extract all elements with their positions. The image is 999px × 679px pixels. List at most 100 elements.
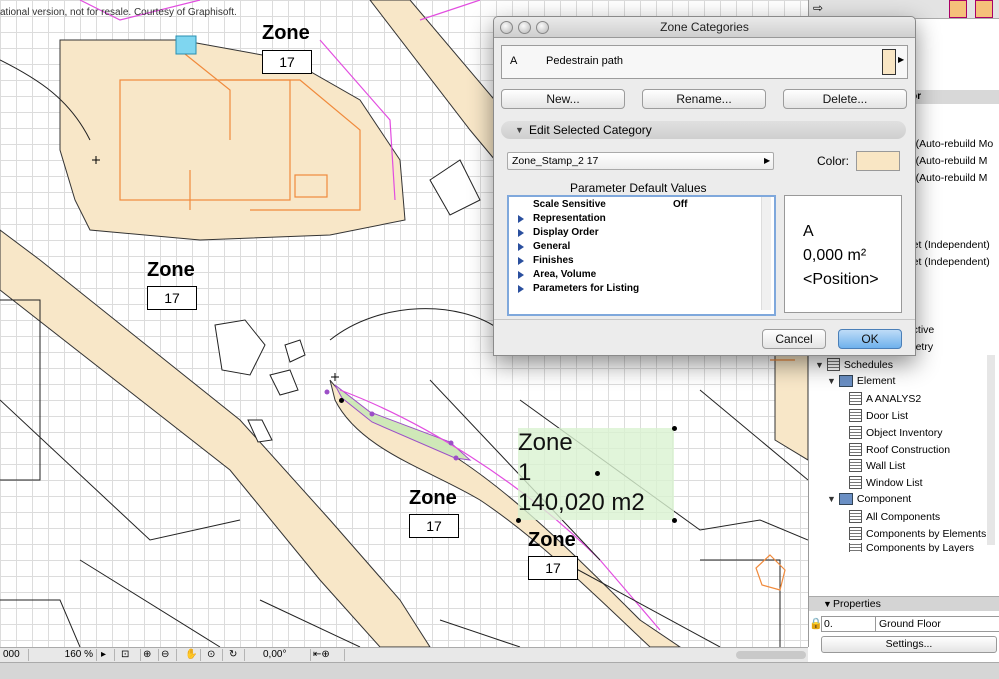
rotate-view-icon[interactable]: ↻ <box>226 649 245 661</box>
cancel-button[interactable]: Cancel <box>762 329 826 349</box>
preview-area: 0,000 m² <box>803 247 867 264</box>
color-swatch[interactable] <box>856 151 900 171</box>
tree-item-label: Object Inventory <box>866 426 943 439</box>
ok-button[interactable]: OK <box>838 329 902 349</box>
dialog-title: Zone Categories <box>660 20 749 34</box>
tree-item-schedule[interactable]: Object Inventory <box>849 426 942 439</box>
tree-item-label: A ANALYS2 <box>866 392 922 405</box>
zoom-menu-arrow-icon[interactable]: ▸ <box>98 649 115 661</box>
schedule-icon <box>849 426 862 439</box>
properties-title: Properties <box>833 598 881 610</box>
param-group[interactable]: Representation <box>533 213 606 224</box>
tree-item-schedules[interactable]: ▼ Schedules <box>815 358 893 371</box>
canvas-bottom-toolbar: 000 160 % ▸ ⊡ ⊕ ⊖ ✋ ⊙ ↻ 0,00° ⇤⊕ <box>0 647 808 663</box>
tree-item-schedule[interactable]: Door List <box>849 409 908 422</box>
zoom-in-icon[interactable]: ⊕ <box>140 649 159 661</box>
disclosure-triangle-icon[interactable]: ▼ <box>515 121 524 139</box>
selection-handle[interactable] <box>672 518 677 523</box>
status-bar <box>0 662 999 679</box>
pan-hand-icon[interactable]: ✋ <box>182 649 201 661</box>
zone-stamp-title[interactable]: Zone <box>409 487 457 510</box>
tree-item-label: Roof Construction <box>866 443 951 456</box>
zoom-window-icon[interactable] <box>536 21 549 34</box>
parameter-scrollbar[interactable] <box>761 197 771 310</box>
category-color-swatch[interactable] <box>882 49 896 75</box>
param-group[interactable]: Finishes <box>533 255 574 266</box>
tree-item-component[interactable]: ▼ Component <box>827 493 911 505</box>
zoom-field[interactable]: 160 % <box>30 649 97 661</box>
tree-item-schedule[interactable]: A ANALYS2 <box>849 392 921 405</box>
zone-stamp-select[interactable]: Zone_Stamp_2 17 ▶ <box>507 152 774 170</box>
tree-item-schedule[interactable]: Components by Elements <box>849 527 986 540</box>
schedule-icon <box>849 409 862 422</box>
tree-scrollbar[interactable] <box>987 355 995 545</box>
minimize-window-icon[interactable] <box>518 21 531 34</box>
category-list[interactable]: A Pedestrain path ▶ <box>501 45 908 79</box>
param-group[interactable]: Area, Volume <box>533 269 596 280</box>
properties-header[interactable]: ▼ Properties <box>809 596 999 611</box>
zone-stamp-number[interactable]: 17 <box>262 50 312 74</box>
new-category-button[interactable]: New... <box>501 89 625 109</box>
tree-item-schedule[interactable]: Window List <box>849 476 923 489</box>
coordinate-field[interactable]: 000 <box>0 649 29 661</box>
edit-section-header[interactable]: ▼ Edit Selected Category <box>501 121 906 139</box>
zone-stamp-title[interactable]: Zone <box>262 22 310 45</box>
rename-category-button[interactable]: Rename... <box>642 89 766 109</box>
selection-handle[interactable] <box>672 426 677 431</box>
zone-stamp-title[interactable]: Zone <box>528 529 576 552</box>
tree-item-label: All Components <box>866 510 941 523</box>
preview-position: <Position> <box>803 271 879 288</box>
tree-item-schedule[interactable]: Roof Construction <box>849 443 950 456</box>
param-group[interactable]: General <box>533 241 570 252</box>
tree-item-schedule[interactable]: Components by Layers <box>849 543 974 552</box>
delete-category-button[interactable]: Delete... <box>783 89 907 109</box>
expand-triangle-icon[interactable] <box>518 271 524 279</box>
settings-button[interactable]: Settings... <box>821 636 997 653</box>
angle-field[interactable]: 0,00° <box>260 649 311 661</box>
disclosure-triangle-icon[interactable]: ▼ <box>827 376 836 386</box>
fit-window-icon[interactable]: ⊙ <box>204 649 223 661</box>
selection-handle[interactable] <box>595 471 600 476</box>
parameter-list[interactable]: Scale Sensitive Off Representation Displ… <box>507 195 776 316</box>
zoom-out-icon[interactable]: ⊖ <box>158 649 177 661</box>
disclosure-triangle-icon[interactable]: ▼ <box>823 597 832 611</box>
param-scale-sensitive[interactable]: Scale Sensitive Off <box>533 199 687 210</box>
expand-triangle-icon[interactable] <box>518 243 524 251</box>
horizontal-scrollbar[interactable] <box>736 651 806 659</box>
disclosure-triangle-icon[interactable]: ▼ <box>827 494 836 504</box>
category-row[interactable]: A Pedestrain path <box>506 46 886 78</box>
expand-triangle-icon[interactable] <box>518 257 524 265</box>
zone-stamp-number[interactable]: 17 <box>528 556 578 580</box>
expand-triangle-icon[interactable] <box>518 285 524 293</box>
tree-item-schedule[interactable]: Wall List <box>849 459 905 472</box>
story-name-field[interactable]: Ground Floor <box>875 616 999 632</box>
zoom-window-icon[interactable]: ⊡ <box>118 649 141 661</box>
home-icon[interactable] <box>949 0 967 18</box>
expand-triangle-icon[interactable] <box>518 229 524 237</box>
param-group[interactable]: Parameters for Listing <box>533 283 639 294</box>
disclosure-triangle-icon[interactable]: ▼ <box>815 360 824 370</box>
param-group[interactable]: Display Order <box>533 227 599 238</box>
selection-handle[interactable] <box>339 398 344 403</box>
tree-item-schedule[interactable]: All Components <box>849 510 940 523</box>
close-window-icon[interactable] <box>500 21 513 34</box>
zone-stamp-title[interactable]: Zone <box>147 259 195 282</box>
tree-item-label: Element <box>856 375 896 387</box>
parameter-heading: Parameter Default Values <box>570 181 707 195</box>
tree-item-element[interactable]: ▼ Element <box>827 375 895 387</box>
selected-zone-stamp[interactable]: Zone 1 140,020 m2 <box>518 428 645 518</box>
zone-stamp-number[interactable]: 17 <box>409 514 459 538</box>
navigator-export-icon[interactable]: ⇨ <box>813 1 823 15</box>
selection-handle[interactable] <box>516 518 521 523</box>
project-map-icon[interactable] <box>975 0 993 18</box>
category-color-arrow-icon[interactable]: ▶ <box>898 55 904 64</box>
schedule-icon <box>849 443 862 456</box>
param-value: Off <box>673 199 688 210</box>
story-id-field[interactable]: 0. <box>821 616 879 632</box>
dialog-titlebar[interactable]: Zone Categories <box>494 17 915 38</box>
schedule-icon <box>849 476 862 489</box>
expand-triangle-icon[interactable] <box>518 215 524 223</box>
tree-item-label: Window List <box>866 476 923 489</box>
zoom-history-icon[interactable]: ⇤⊕ <box>310 649 345 661</box>
zone-stamp-number[interactable]: 17 <box>147 286 197 310</box>
